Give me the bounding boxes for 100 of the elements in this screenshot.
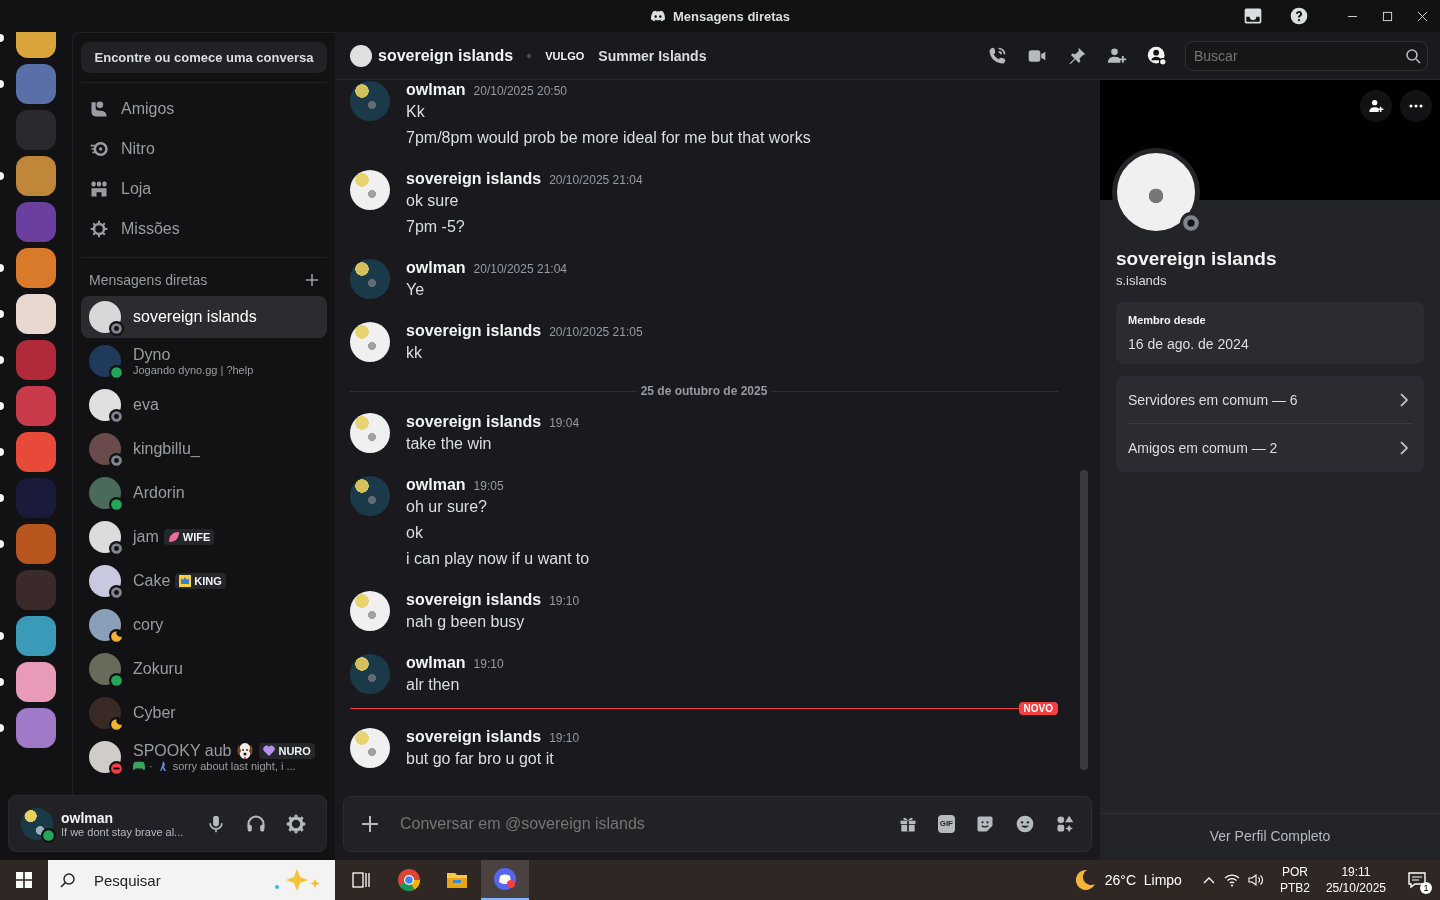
message-text: kk (406, 343, 423, 363)
dm-item[interactable]: cory (81, 604, 327, 646)
nav-item[interactable]: Missões (81, 209, 327, 249)
view-full-profile-link[interactable]: Ver Perfil Completo (1209, 828, 1331, 844)
dm-item[interactable]: Dyno Jogando dyno.gg | ?help (81, 340, 327, 382)
friends-icon (89, 99, 109, 119)
dm-item[interactable]: Cyber (81, 692, 327, 734)
gif-button[interactable]: GIF (937, 815, 955, 833)
dm-item[interactable]: SPOOKY aub NURO · sorry about last night, i ... (81, 736, 327, 778)
close-icon[interactable] (1417, 10, 1428, 22)
dm-item[interactable]: sovereign islands (81, 296, 327, 338)
notification-count: 1 (1420, 882, 1432, 894)
author-name[interactable]: sovereign islands (406, 589, 542, 611)
server-icon[interactable] (16, 616, 56, 656)
taskbar-app[interactable] (481, 860, 529, 900)
settings-icon[interactable] (286, 813, 306, 834)
user-profile-icon[interactable] (1147, 45, 1167, 66)
keyboard-layout[interactable]: PTB2 (1279, 880, 1310, 896)
dm-item[interactable]: jam WIFE (81, 516, 327, 558)
speaker-icon[interactable] (1247, 872, 1264, 888)
author-name[interactable]: owlman (406, 652, 466, 674)
crown-icon (179, 575, 192, 587)
server-icon[interactable] (16, 294, 56, 334)
message-text: alr then (406, 675, 461, 695)
mutual-row[interactable]: Amigos em comum — 2 (1128, 424, 1412, 472)
dm-item[interactable]: Ardorin (81, 472, 327, 514)
gamepad-icon (133, 760, 145, 772)
phone-icon[interactable] (987, 45, 1007, 66)
timestamp: 19:04 (549, 415, 580, 432)
contact-name: kingbillu_ (133, 440, 200, 458)
message-field[interactable]: Conversar em @sovereign islands (398, 814, 880, 834)
plus-icon[interactable] (360, 814, 380, 834)
contact-subtitle: Jogando dyno.gg | ?help (133, 364, 254, 376)
clock-date[interactable]: 25/10/2025 (1325, 880, 1386, 896)
user-tag: NURO (259, 743, 315, 759)
contact-name: sovereign islands (133, 308, 257, 326)
clock-time[interactable]: 19:11 (1341, 864, 1371, 880)
dm-item[interactable]: Zokuru (81, 648, 327, 690)
dm-item[interactable]: eva (81, 384, 327, 426)
contact-name: Dyno (133, 346, 171, 364)
timestamp: 20/10/2025 20:50 (473, 83, 567, 100)
timestamp: 19:10 (549, 593, 580, 610)
dm-item[interactable]: kingbillu_ (81, 428, 327, 470)
window-title: Mensagens diretas (672, 8, 790, 24)
shop-icon (89, 179, 109, 199)
author-name[interactable]: owlman (406, 257, 466, 279)
chat-app-icon (493, 867, 517, 891)
input-language[interactable]: POR (1281, 864, 1308, 880)
headphones-icon[interactable] (246, 813, 266, 834)
pin-icon[interactable] (1067, 45, 1087, 66)
message-text: oh ur sure? (406, 497, 488, 517)
nav-item[interactable]: Amigos (81, 89, 327, 129)
weather-text[interactable]: 26°C Limpo (1104, 872, 1182, 888)
server-icon[interactable] (16, 708, 56, 748)
author-name[interactable]: sovereign islands (406, 411, 542, 433)
wifi-icon[interactable] (1223, 872, 1240, 888)
maximize-icon[interactable] (1382, 10, 1393, 22)
find-conversation-button[interactable]: Encontre ou comece uma conversa (81, 42, 327, 73)
sticker-icon[interactable] (975, 814, 995, 834)
author-name[interactable]: sovereign islands (406, 168, 542, 190)
notification-icon[interactable] (1407, 870, 1427, 890)
inbox-icon[interactable] (1243, 6, 1263, 26)
add-friend-button[interactable] (1360, 90, 1392, 122)
message-text: ok (406, 523, 424, 543)
dm-item[interactable]: Cake KING (81, 560, 327, 602)
author-name[interactable]: sovereign islands (406, 726, 542, 748)
emoji-icon[interactable] (1015, 814, 1035, 834)
server-icon[interactable] (16, 248, 56, 288)
plus-icon[interactable] (305, 273, 319, 287)
message-text: i can play now if u want to (406, 549, 590, 569)
search-placeholder: Pesquisar (94, 871, 162, 889)
apps-icon[interactable] (1055, 814, 1075, 834)
card-label: Membro desde (1128, 314, 1207, 326)
author-name[interactable]: sovereign islands (406, 320, 542, 342)
contact-name: SPOOKY aub (133, 742, 232, 760)
message-text: nah g been busy (406, 612, 526, 632)
windows-start-icon[interactable] (16, 872, 32, 888)
contact-name: Cyber (133, 704, 176, 722)
display-name: sovereign islands (1116, 248, 1278, 270)
contact-name: cory (133, 616, 164, 634)
nav-item[interactable]: Nitro (81, 129, 327, 169)
microphone-icon[interactable] (206, 813, 226, 834)
nav-item[interactable]: Loja (81, 169, 327, 209)
timestamp: 19:05 (473, 478, 504, 495)
search-field[interactable]: Buscar (1185, 40, 1428, 71)
task-view-icon[interactable] (351, 870, 371, 890)
contact-name: jam (133, 528, 159, 546)
member-since-date: 16 de ago. de 2024 (1128, 336, 1250, 352)
separator-dot: · (149, 760, 153, 772)
server-icon[interactable] (16, 662, 56, 702)
help-icon[interactable] (1289, 6, 1309, 26)
mutual-row[interactable]: Servidores em comum — 6 (1128, 376, 1412, 424)
author-name[interactable]: owlman (406, 474, 466, 496)
author-name[interactable]: owlman (406, 80, 466, 101)
taskbar-search-field[interactable]: Pesquisar (48, 860, 335, 900)
scrollbar-thumb[interactable] (1080, 470, 1088, 770)
discord-logo-icon (649, 8, 666, 24)
more-button[interactable] (1400, 90, 1432, 122)
server-icon[interactable] (16, 156, 56, 196)
date-divider-label: 25 de outubro de 2025 (639, 384, 769, 398)
